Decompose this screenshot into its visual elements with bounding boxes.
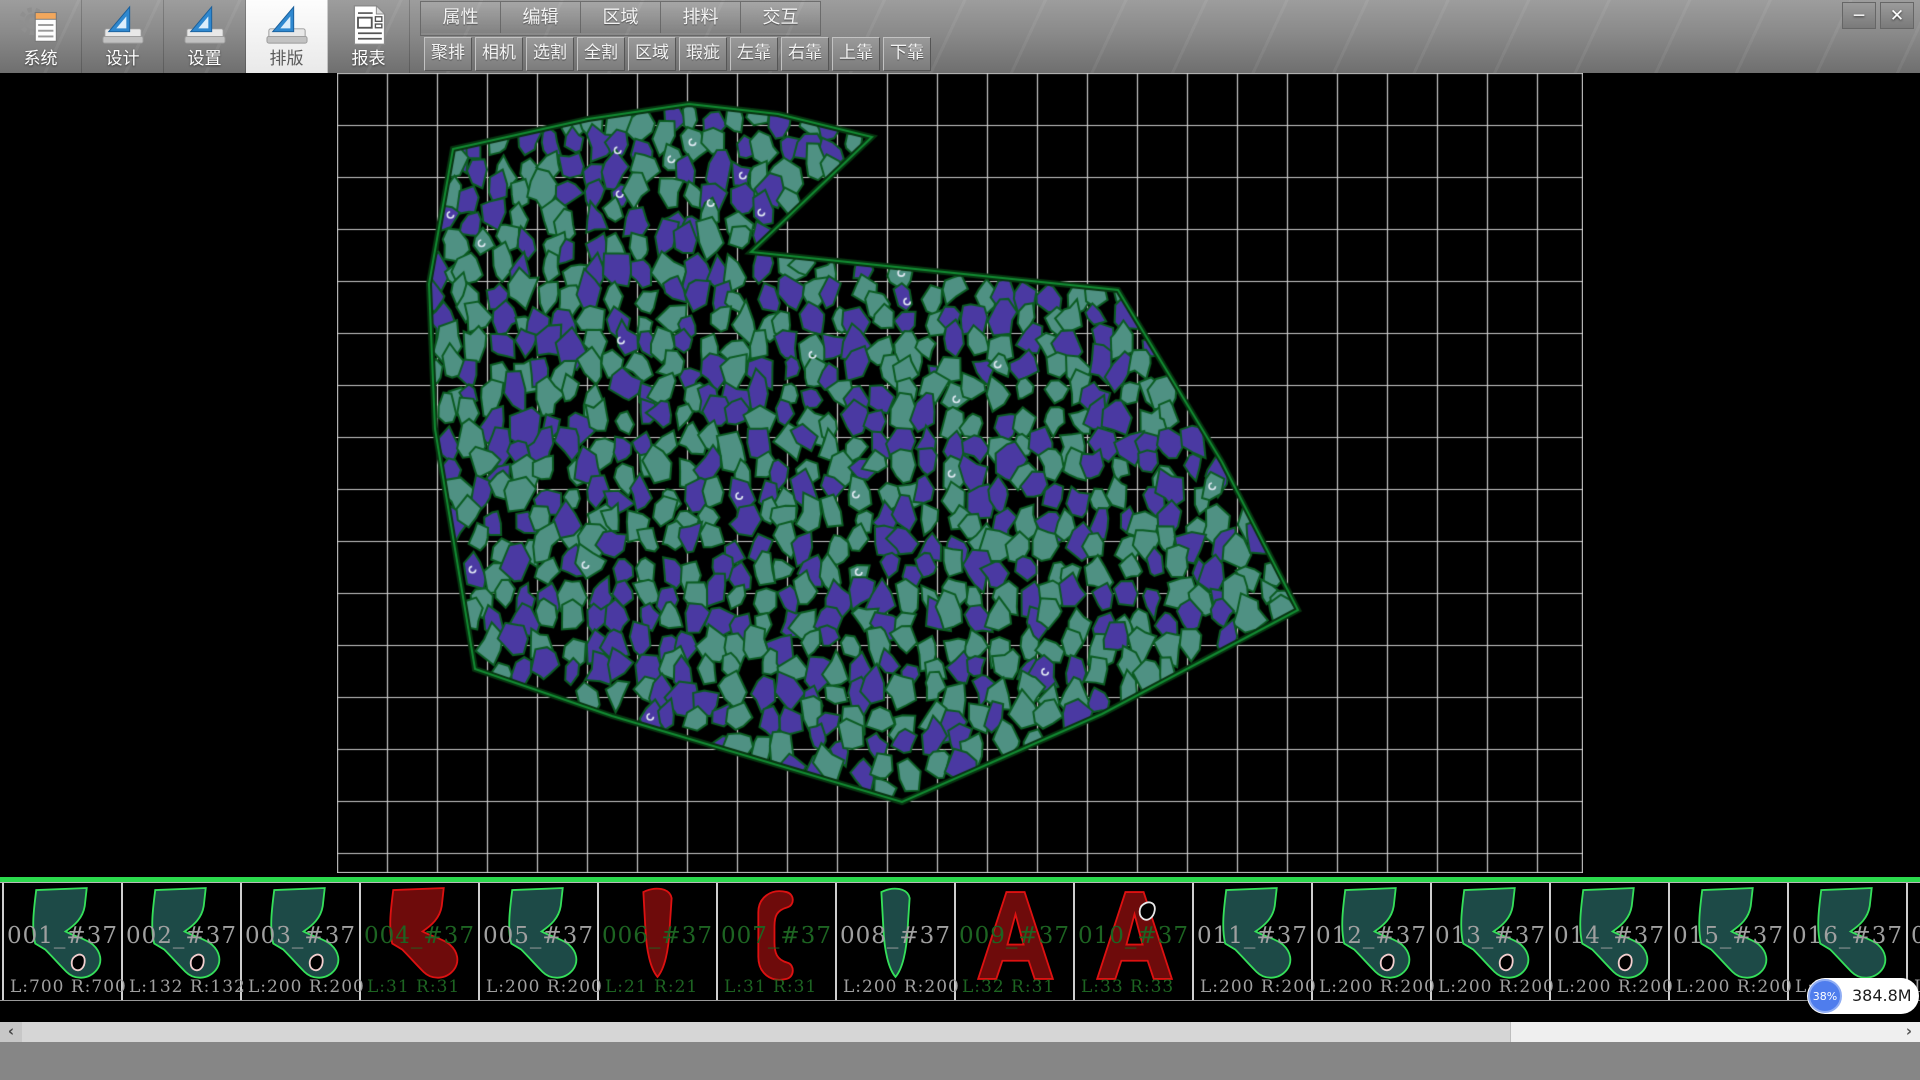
app-button-label: 系统 (24, 48, 58, 70)
pattern-id-label: 011_#37 (1194, 923, 1311, 949)
pattern-id-label: 003_#37 (242, 923, 359, 949)
pattern-id-label: 005_#37 (480, 923, 597, 949)
pattern-counts-label: L:32 R:31 (962, 977, 1055, 997)
tool-button-area[interactable]: 区域 (628, 37, 676, 71)
pattern-id-label: 008_#37 (837, 923, 954, 949)
pattern-id-label: 004_#37 (361, 923, 478, 949)
menu-item-edit[interactable]: 编辑 (501, 2, 581, 33)
pattern-thumbnail[interactable]: 014_#37L:200 R:200 (1549, 883, 1668, 1000)
pattern-thumbnail[interactable]: 008_#37L:200 R:200 (835, 883, 954, 1000)
pattern-id-label: 010_#37 (1075, 923, 1192, 949)
menu-item-region[interactable]: 区域 (581, 2, 661, 33)
app-button-label: 排版 (270, 48, 304, 70)
filmstrip-top-border (0, 877, 1920, 882)
app-button-system[interactable]: 系统 (0, 0, 82, 73)
memory-percent-indicator: 38% (1808, 979, 1842, 1013)
pattern-counts-label: L:200 R:200 (1200, 977, 1317, 997)
tool-button-snap-up[interactable]: 上靠 (832, 37, 880, 71)
tool-button-camera[interactable]: 相机 (475, 37, 523, 71)
pattern-thumbnail[interactable]: 010_#37 L:33 R:33 (1073, 883, 1192, 1000)
pattern-id-label: 006_#37 (599, 923, 716, 949)
memory-badge[interactable]: 38% 384.8M (1807, 978, 1919, 1014)
pattern-id-label: 009_#37 (956, 923, 1073, 949)
pattern-id-label: 013_#37 (1432, 923, 1549, 949)
pattern-thumbnail[interactable]: 006_#37 L:21 R:21 (597, 883, 716, 1000)
pattern-thumbnail[interactable]: 004_#37 L:31 R:31 (359, 883, 478, 1000)
pattern-counts-label: L:31 R:31 (367, 977, 460, 997)
scroll-left-icon[interactable]: ‹ (0, 1022, 22, 1042)
minimize-button[interactable]: ─ (1842, 2, 1876, 29)
pattern-counts-label: L:200 R:200 (1438, 977, 1555, 997)
tool-button-snap-right[interactable]: 右靠 (781, 37, 829, 71)
pattern-id-label: 007_#37 (718, 923, 835, 949)
pattern-counts-label: L:200 R:200 (1676, 977, 1793, 997)
pattern-id-label: 012_#37 (1313, 923, 1430, 949)
app-button-design[interactable]: 设计 (82, 0, 164, 73)
app-button-label: 设计 (106, 48, 140, 70)
horizontal-scrollbar[interactable]: ‹ › (0, 1022, 1920, 1042)
pattern-counts-label: L:200 R:200 (1319, 977, 1436, 997)
pattern-thumbnail[interactable]: 015_#37L:200 R:200 (1668, 883, 1787, 1000)
pattern-id-label: 017_#37 (1908, 923, 1920, 949)
status-bar (0, 1042, 1920, 1080)
close-button[interactable]: ✕ (1880, 2, 1914, 29)
tool-button-defect[interactable]: 瑕疵 (679, 37, 727, 71)
layout-icon (264, 2, 310, 48)
pattern-thumbnail[interactable]: 002_#37L:132 R:132 (121, 883, 240, 1000)
window-controls: ─ ✕ (1842, 2, 1914, 29)
pattern-counts-label: L:200 R:200 (248, 977, 365, 997)
tool-bar: 聚排相机选割全割区域瑕疵左靠右靠上靠下靠 (424, 37, 931, 71)
tool-button-cut-all[interactable]: 全割 (577, 37, 625, 71)
pattern-id-label: 015_#37 (1670, 923, 1787, 949)
pattern-thumbnail[interactable]: 003_#37L:200 R:200 (240, 883, 359, 1000)
pattern-counts-label: L:21 R:21 (605, 977, 698, 997)
app-button-label: 设置 (188, 48, 222, 70)
tool-button-cluster-nest[interactable]: 聚排 (424, 37, 472, 71)
app-toolbar: 系统 设计 设置 排版 报表 (0, 0, 410, 73)
memory-size-label: 384.8M (1852, 978, 1912, 1014)
pattern-counts-label: L:700 R:700 (10, 977, 127, 997)
tool-button-snap-left[interactable]: 左靠 (730, 37, 778, 71)
pattern-thumbnail[interactable]: 013_#37L:200 R:200 (1430, 883, 1549, 1000)
app-button-report[interactable]: 报表 (328, 0, 410, 73)
pattern-thumbnail[interactable]: 009_#37 L:32 R:31 (954, 883, 1073, 1000)
menu-bar: 属性编辑区域排料交互 (420, 1, 821, 36)
pattern-counts-label: L:200 R:200 (486, 977, 603, 997)
pattern-id-label: 001_#37 (4, 923, 121, 949)
pattern-id-label: 002_#37 (123, 923, 240, 949)
pattern-id-label: 016_#37 (1789, 923, 1906, 949)
pattern-id-label: 014_#37 (1551, 923, 1668, 949)
pattern-thumbnail[interactable]: 001_#37L:700 R:700 (2, 883, 121, 1000)
pattern-counts-label: L:31 R:31 (724, 977, 817, 997)
scrollbar-thumb[interactable] (22, 1022, 1511, 1042)
app-button-layout[interactable]: 排版 (246, 0, 328, 73)
app-button-label: 报表 (352, 48, 386, 70)
report-icon (347, 2, 391, 48)
menu-item-interact[interactable]: 交互 (741, 2, 820, 33)
pattern-thumbnail[interactable]: 007_#37 L:31 R:31 (716, 883, 835, 1000)
pattern-thumbnail[interactable]: 012_#37L:200 R:200 (1311, 883, 1430, 1000)
pattern-filmstrip: 001_#37L:700 R:700002_#37L:132 R:132003_… (0, 882, 1920, 1001)
menu-item-nesting[interactable]: 排料 (661, 2, 741, 33)
scroll-right-icon[interactable]: › (1898, 1022, 1920, 1042)
app-button-settings[interactable]: 设置 (164, 0, 246, 73)
pattern-counts-label: L:33 R:33 (1081, 977, 1174, 997)
tool-button-snap-down[interactable]: 下靠 (883, 37, 931, 71)
pattern-thumbnail[interactable]: 011_#37L:200 R:200 (1192, 883, 1311, 1000)
menu-item-attributes[interactable]: 属性 (421, 2, 501, 33)
design-icon (100, 2, 146, 48)
settings-icon (182, 2, 228, 48)
tool-button-select-cut[interactable]: 选割 (526, 37, 574, 71)
pattern-thumbnail[interactable]: 005_#37L:200 R:200 (478, 883, 597, 1000)
system-icon (18, 2, 64, 48)
pattern-counts-label: L:200 R:200 (843, 977, 960, 997)
nesting-canvas[interactable] (337, 73, 1583, 873)
pattern-counts-label: L:132 R:132 (129, 977, 246, 997)
pattern-counts-label: L:200 R:200 (1557, 977, 1674, 997)
